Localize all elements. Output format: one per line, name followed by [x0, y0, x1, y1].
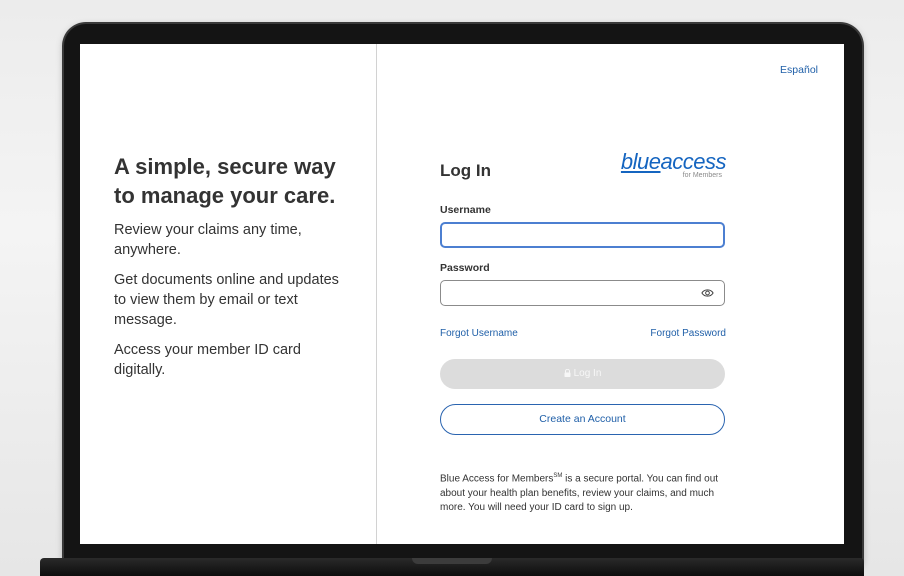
logo-wordmark: blueaccess — [620, 149, 727, 174]
promo-text-documents: Get documents online and updates to view… — [114, 272, 339, 328]
promo-headline: A simple, secure way to manage your care… — [114, 154, 336, 208]
username-input[interactable] — [440, 222, 725, 248]
lock-icon — [564, 368, 571, 377]
login-form: Log In blueaccess for Members Username P… — [440, 150, 727, 516]
password-input[interactable] — [440, 280, 725, 306]
login-button-label: Log In — [573, 368, 602, 379]
login-title: Log In — [440, 161, 491, 180]
promo-text-claims: Review your claims any time, anywhere. — [114, 222, 302, 258]
laptop-base — [40, 558, 864, 576]
language-link-espanol[interactable]: Español — [780, 64, 818, 76]
portal-info-text: Blue Access for MembersSM is a secure po… — [440, 473, 719, 514]
forgot-password-link[interactable]: Forgot Password — [650, 328, 726, 339]
promo-text-id-card: Access your member ID card digitally. — [114, 342, 301, 378]
create-account-button[interactable]: Create an Account — [440, 404, 725, 435]
promo-panel: A simple, secure way to manage your care… — [114, 152, 354, 380]
panel-divider — [376, 44, 377, 544]
username-label: Username — [440, 204, 491, 216]
login-button[interactable]: Log In — [440, 359, 725, 389]
eye-icon[interactable] — [701, 287, 714, 299]
forgot-username-link[interactable]: Forgot Username — [440, 328, 518, 339]
blue-access-logo: blueaccess for Members — [620, 149, 727, 180]
password-label: Password — [440, 262, 490, 274]
login-header: Log In blueaccess for Members — [440, 150, 727, 192]
laptop-notch — [412, 558, 492, 564]
forgot-links: Forgot Username Forgot Password — [440, 328, 726, 344]
browser-screen: A simple, secure way to manage your care… — [80, 44, 844, 544]
